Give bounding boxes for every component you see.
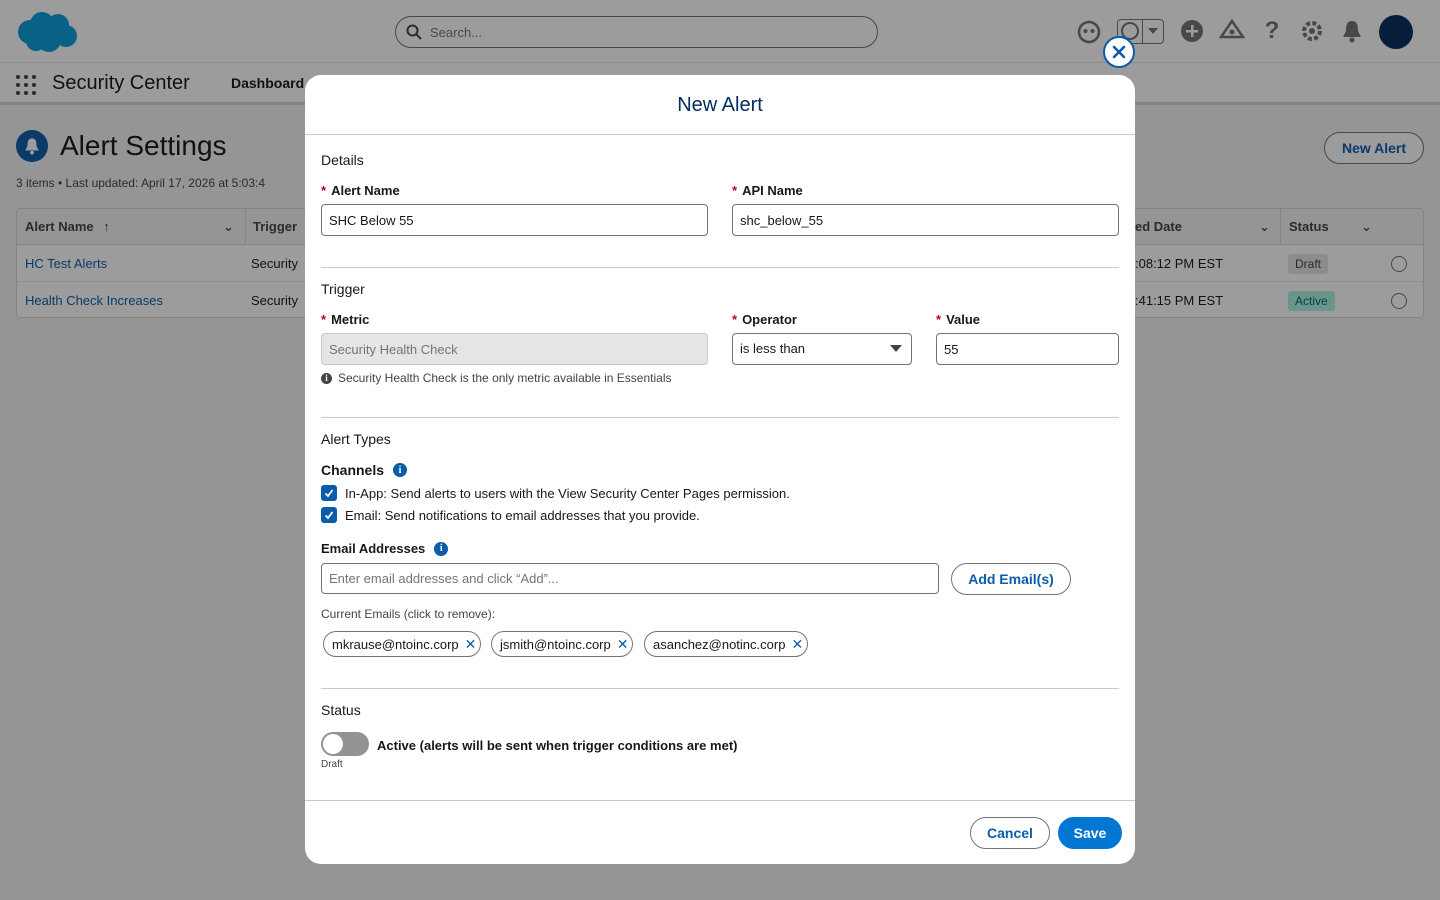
cancel-button[interactable]: Cancel — [970, 817, 1050, 849]
email-addresses-input[interactable] — [321, 563, 939, 594]
alert-name-input[interactable] — [321, 204, 708, 236]
modal-title: New Alert — [677, 94, 763, 116]
section-title-status: Status — [321, 702, 361, 718]
divider — [321, 267, 1119, 268]
modal-header: New Alert — [305, 75, 1135, 135]
divider — [321, 417, 1119, 418]
section-title-trigger: Trigger — [321, 281, 365, 297]
checkmark-icon — [324, 511, 334, 520]
info-icon[interactable]: i — [434, 541, 449, 556]
channels-heading: Channels i — [321, 462, 408, 478]
value-input[interactable] — [936, 333, 1119, 365]
close-icon[interactable]: ✕ — [791, 637, 803, 651]
alert-name-label: * Alert Name — [321, 183, 400, 198]
modal-footer: Cancel Save — [305, 800, 1135, 864]
email-pill[interactable]: mkrause@ntoinc.corp ✕ — [323, 631, 482, 657]
email-pill-label: jsmith@ntoinc.corp — [500, 636, 611, 652]
checkmark-icon — [324, 489, 334, 498]
new-alert-modal: New Alert Details *Alert Name *API Name … — [305, 75, 1135, 864]
current-emails-label: Current Emails (click to remove): — [321, 607, 496, 621]
info-icon: i — [321, 372, 332, 384]
active-toggle-label: Active (alerts will be sent when trigger… — [377, 738, 738, 753]
dropdown-caret-icon — [890, 345, 902, 352]
api-name-input[interactable] — [732, 204, 1119, 236]
close-icon[interactable]: ✕ — [465, 637, 477, 651]
email-channel-option[interactable]: Email: Send notifications to email addre… — [321, 507, 700, 523]
api-name-label: * API Name — [732, 183, 803, 198]
save-button[interactable]: Save — [1058, 817, 1122, 849]
email-checkbox[interactable] — [321, 507, 337, 523]
email-addresses-label: Email Addresses — [321, 541, 426, 556]
email-pill[interactable]: asanchez@notinc.corp ✕ — [644, 631, 809, 657]
inapp-channel-option[interactable]: In-App: Send alerts to users with the Vi… — [321, 485, 790, 501]
operator-select[interactable]: is less than — [732, 333, 912, 365]
metric-help-text: i Security Health Check is the only metr… — [321, 371, 671, 385]
close-modal-button[interactable] — [1103, 36, 1135, 68]
toggle-knob — [323, 734, 343, 754]
info-icon[interactable]: i — [393, 463, 408, 477]
inapp-checkbox-label: In-App: Send alerts to users with the Vi… — [345, 485, 790, 501]
email-checkbox-label: Email: Send notifications to email addre… — [345, 507, 700, 523]
metric-input — [321, 333, 708, 365]
divider — [321, 688, 1119, 689]
email-addresses-heading: Email Addresses i — [321, 541, 449, 556]
operator-label: * Operator — [732, 312, 797, 327]
inapp-checkbox[interactable] — [321, 485, 337, 501]
operator-selected-value: is less than — [740, 341, 806, 356]
email-pill-label: mkrause@ntoinc.corp — [332, 636, 459, 652]
close-icon — [1112, 45, 1126, 59]
add-emails-button[interactable]: Add Email(s) — [951, 563, 1071, 595]
section-title-alert-types: Alert Types — [321, 431, 391, 447]
email-pill-label: asanchez@notinc.corp — [653, 636, 786, 652]
toggle-state-text: Draft — [321, 759, 343, 770]
metric-label: * Metric — [321, 312, 370, 327]
value-label: * Value — [936, 312, 981, 327]
email-pill[interactable]: jsmith@ntoinc.corp ✕ — [491, 631, 634, 657]
close-icon[interactable]: ✕ — [617, 637, 629, 651]
section-title-details: Details — [321, 152, 364, 168]
channels-label: Channels — [321, 462, 385, 478]
active-toggle[interactable] — [321, 732, 369, 756]
